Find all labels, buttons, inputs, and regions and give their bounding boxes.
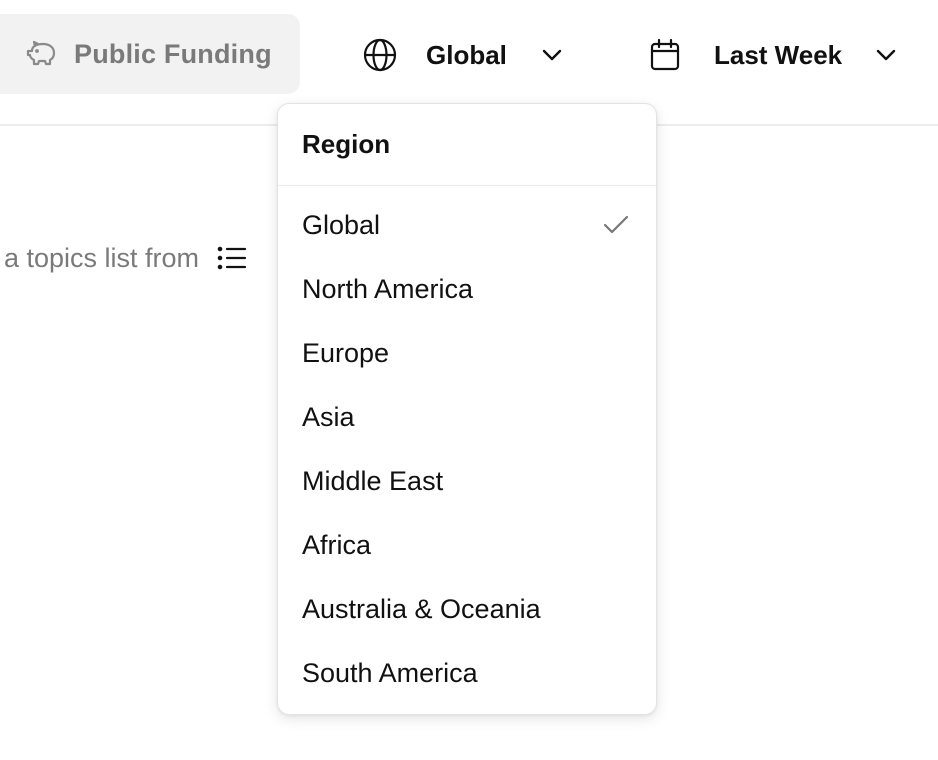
region-option-south-america[interactable]: South America bbox=[278, 641, 656, 705]
region-options: Global North America Europe Asia Middle … bbox=[278, 186, 656, 705]
region-value: Global bbox=[426, 39, 507, 70]
region-dropdown-header: Region bbox=[278, 104, 656, 186]
region-option-label: Africa bbox=[302, 529, 372, 560]
region-option-label: Middle East bbox=[302, 465, 444, 496]
date-range-selector[interactable]: Last Week bbox=[648, 30, 908, 80]
region-dropdown-title: Region bbox=[302, 129, 391, 159]
region-option-label: North America bbox=[302, 273, 474, 304]
topics-hint-text: a topics list from bbox=[4, 242, 200, 273]
region-selector[interactable]: Global bbox=[362, 30, 572, 80]
public-funding-tab[interactable]: Public Funding bbox=[0, 14, 300, 94]
region-option-australia-oceania[interactable]: Australia & Oceania bbox=[278, 577, 656, 641]
globe-icon bbox=[362, 37, 398, 73]
region-option-label: Global bbox=[302, 209, 381, 240]
region-option-middle-east[interactable]: Middle East bbox=[278, 449, 656, 513]
chevron-down-icon bbox=[540, 43, 564, 72]
region-option-europe[interactable]: Europe bbox=[278, 321, 656, 385]
region-option-label: Asia bbox=[302, 401, 355, 432]
region-option-africa[interactable]: Africa bbox=[278, 513, 656, 577]
region-option-label: South America bbox=[302, 657, 478, 688]
region-option-label: Europe bbox=[302, 337, 390, 368]
region-option-north-america[interactable]: North America bbox=[278, 257, 656, 321]
region-option-global[interactable]: Global bbox=[278, 193, 656, 257]
piggy-bank-icon bbox=[26, 39, 60, 69]
region-option-label: Australia & Oceania bbox=[302, 593, 541, 624]
region-option-asia[interactable]: Asia bbox=[278, 385, 656, 449]
page: Public Funding Global Last Week a topics… bbox=[0, 0, 938, 760]
list-icon[interactable] bbox=[217, 246, 247, 270]
checkmark-icon bbox=[602, 213, 630, 237]
region-dropdown: Region Global North America Europe Asia bbox=[277, 103, 657, 715]
date-range-value: Last Week bbox=[714, 39, 843, 70]
chevron-down-icon bbox=[874, 43, 898, 72]
calendar-icon bbox=[648, 38, 682, 72]
topics-hint: a topics list from bbox=[4, 238, 247, 278]
public-funding-label: Public Funding bbox=[74, 38, 272, 69]
